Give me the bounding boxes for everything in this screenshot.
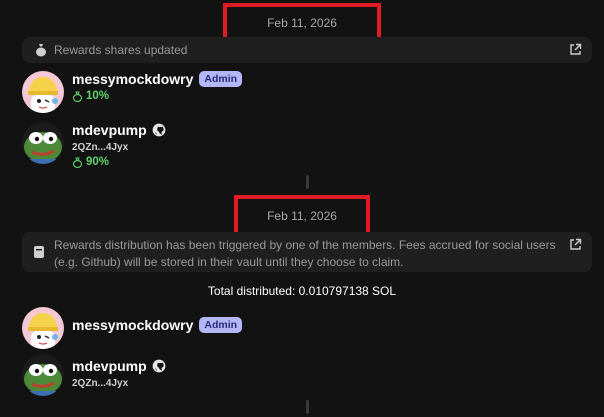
event-date-text: Feb 11, 2026 xyxy=(267,16,337,30)
member-name: messymockdowry xyxy=(72,71,194,87)
github-icon[interactable] xyxy=(152,359,166,373)
member-name-row: messymockdowry Admin xyxy=(72,317,243,333)
member-name: mdevpump xyxy=(72,358,147,374)
member-name-row: messymockdowry Admin xyxy=(72,71,243,87)
member-name-row: mdevpump xyxy=(72,358,166,374)
event-notice: Rewards distribution has been triggered … xyxy=(22,232,592,272)
share-icon xyxy=(72,157,83,168)
share-icon xyxy=(72,91,83,102)
share-value: 90% xyxy=(86,156,110,168)
event-message: Rewards shares updated xyxy=(54,43,188,57)
share-percentage: 10% xyxy=(72,90,242,102)
share-percentage: 90% xyxy=(72,156,166,168)
wallet-address: 2QZn...4Jyx xyxy=(72,378,129,389)
total-distributed: Total distributed: 0.010797138 SOL xyxy=(207,284,397,298)
avatar xyxy=(22,122,64,164)
event-message: Rewards distribution has been triggered … xyxy=(54,238,556,269)
avatar xyxy=(22,71,64,113)
timeline-divider xyxy=(306,175,309,189)
money-bag-icon xyxy=(36,44,46,57)
member-row[interactable]: mdevpump 2QZn...4Jyx 90% xyxy=(22,122,166,168)
member-name: messymockdowry xyxy=(72,317,194,333)
wallet-address: 2QZn...4Jyx xyxy=(72,142,129,153)
event-date: Feb 11, 2026 xyxy=(234,195,370,237)
avatar xyxy=(22,354,64,396)
external-link-icon[interactable] xyxy=(569,238,582,251)
avatar xyxy=(22,307,64,349)
github-icon[interactable] xyxy=(152,123,166,137)
event-date-text: Feb 11, 2026 xyxy=(267,209,337,223)
external-link-icon[interactable] xyxy=(569,43,582,56)
share-value: 10% xyxy=(86,90,110,102)
member-name-row: mdevpump xyxy=(72,122,166,138)
member-row[interactable]: messymockdowry Admin xyxy=(22,307,243,349)
event-notice: Rewards shares updated xyxy=(22,37,592,63)
admin-badge: Admin xyxy=(199,317,243,333)
member-row[interactable]: messymockdowry Admin 10% xyxy=(22,71,243,113)
member-row[interactable]: mdevpump 2QZn...4Jyx xyxy=(22,354,166,396)
receipt-icon xyxy=(34,246,44,258)
admin-badge: Admin xyxy=(199,71,243,87)
member-name: mdevpump xyxy=(72,122,147,138)
timeline-divider xyxy=(306,400,309,414)
